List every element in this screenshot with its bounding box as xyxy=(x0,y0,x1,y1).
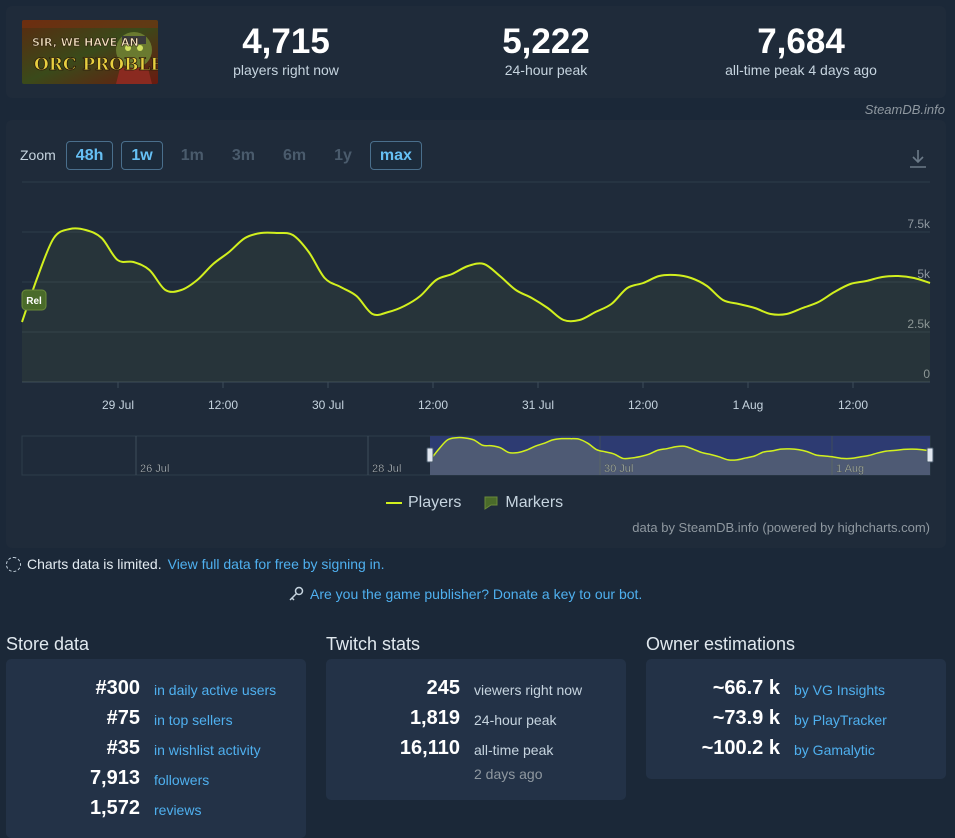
twitch-row: 245 viewers right now xyxy=(326,677,626,707)
zoom-label: Zoom xyxy=(20,147,56,163)
game-thumbnail[interactable]: SIR, WE HAVE AN ORC PROBLEM xyxy=(22,20,158,84)
legend-line-icon xyxy=(386,502,402,504)
navigator-left-handle[interactable] xyxy=(426,447,434,463)
twitch-label: all-time peak xyxy=(474,742,554,758)
chart-panel: 02.5k5k7.5k29 Jul12:0030 Jul12:0031 Jul1… xyxy=(6,120,946,548)
zoom-48h-button[interactable]: 48h xyxy=(65,140,114,170)
release-marker-label: Rel xyxy=(26,296,42,307)
player-chart[interactable]: 02.5k5k7.5k29 Jul12:0030 Jul12:0031 Jul1… xyxy=(6,120,946,548)
x-tick-label: 12:00 xyxy=(208,398,238,412)
store-row: 7,913 followers xyxy=(6,767,306,797)
x-tick-label: 12:00 xyxy=(838,398,868,412)
players-now-label: players right now xyxy=(233,62,339,78)
twitch-stats-box: 245 viewers right now 1,819 24-hour peak… xyxy=(326,659,626,800)
chart-legend: Players Markers xyxy=(386,494,563,512)
store-row: #75 in top sellers xyxy=(6,707,306,737)
players-now-value: 4,715 xyxy=(242,22,330,61)
zoom-1y-button[interactable]: 1y xyxy=(324,141,362,170)
peak24-label: 24-hour peak xyxy=(504,62,588,78)
publisher-notice: Are you the game publisher? Donate a key… xyxy=(288,586,642,602)
store-label-link[interactable]: in daily active users xyxy=(154,682,276,698)
stat-players-now: 4,715 players right now xyxy=(216,22,356,79)
x-tick-label: 12:00 xyxy=(628,398,658,412)
store-value: #75 xyxy=(106,707,140,729)
store-label-link[interactable]: followers xyxy=(154,772,209,788)
store-data-title: Store data xyxy=(6,634,90,654)
navigator-date-label: 26 Jul xyxy=(140,463,169,475)
owner-row: ~100.2 k by Gamalytic xyxy=(646,737,946,767)
download-icon[interactable] xyxy=(908,148,928,170)
stats-header: SIR, WE HAVE AN ORC PROBLEM 4,715 player… xyxy=(6,6,946,98)
owner-value: ~73.9 k xyxy=(712,707,780,729)
game-logo-image: SIR, WE HAVE AN ORC PROBLEM xyxy=(22,20,158,84)
store-label-link[interactable]: in top sellers xyxy=(154,712,233,728)
zoom-3m-button[interactable]: 3m xyxy=(222,141,265,170)
sign-in-link[interactable]: View full data for free by signing in. xyxy=(168,556,385,572)
twitch-alltime-date: 2 days ago xyxy=(474,766,543,782)
navigator-date-label: 28 Jul xyxy=(372,463,401,475)
alltime-value: 7,684 xyxy=(757,22,845,61)
key-icon xyxy=(289,586,304,601)
x-tick-label: 12:00 xyxy=(418,398,448,412)
store-label-link[interactable]: in wishlist activity xyxy=(154,742,261,758)
zoom-bar: Zoom 48h 1w 1m 3m 6m 1y max xyxy=(20,140,422,170)
twitch-value: 16,110 xyxy=(399,737,460,759)
twitch-row: 1,819 24-hour peak xyxy=(326,707,626,737)
steamdb-credit[interactable]: SteamDB.info xyxy=(865,102,945,117)
owner-source-link[interactable]: by Gamalytic xyxy=(794,742,875,758)
legend-players-label: Players xyxy=(408,494,462,511)
zoom-max-button[interactable]: max xyxy=(369,140,422,170)
twitch-extra-row: 2 days ago xyxy=(326,761,626,791)
owner-row: ~73.9 k by PlayTracker xyxy=(646,707,946,737)
twitch-label: 24-hour peak xyxy=(474,712,557,728)
x-tick-label: 29 Jul xyxy=(102,398,134,412)
store-row: #35 in wishlist activity xyxy=(6,737,306,767)
stat-24h-peak: 5,222 24-hour peak xyxy=(476,22,616,79)
owner-estimations-box: ~66.7 k by VG Insights ~73.9 k by PlayTr… xyxy=(646,659,946,779)
legend-markers[interactable]: Markers xyxy=(483,494,563,512)
limit-notice: Charts data is limited. View full data f… xyxy=(6,556,384,572)
x-tick-label: 30 Jul xyxy=(312,398,344,412)
y-tick-label: 7.5k xyxy=(907,217,931,231)
alltime-label: all-time peak 4 days ago xyxy=(725,62,877,78)
navigator-right-handle[interactable] xyxy=(926,447,934,463)
store-label-link[interactable]: reviews xyxy=(154,802,201,818)
zoom-1w-button[interactable]: 1w xyxy=(121,140,163,170)
twitch-stats-title: Twitch stats xyxy=(326,634,421,654)
x-tick-label: 1 Aug xyxy=(733,398,764,412)
legend-players[interactable]: Players xyxy=(386,494,461,512)
store-row: #300 in daily active users xyxy=(6,677,306,707)
twitch-label: viewers right now xyxy=(474,682,583,698)
peak24-value: 5,222 xyxy=(502,22,590,61)
owner-estimations-title: Owner estimations xyxy=(646,634,796,654)
chart-credit[interactable]: data by SteamDB.info (powered by highcha… xyxy=(632,520,930,535)
stat-alltime-peak: 7,684 all-time peak 4 days ago xyxy=(706,22,896,79)
zoom-1m-button[interactable]: 1m xyxy=(171,141,214,170)
owner-source-link[interactable]: by PlayTracker xyxy=(794,712,887,728)
owner-row: ~66.7 k by VG Insights xyxy=(646,677,946,707)
limit-text: Charts data is limited. xyxy=(27,556,162,572)
store-value: 7,913 xyxy=(89,767,140,789)
game-logo-lettering: SIR, WE HAVE AN xyxy=(32,36,139,49)
donate-key-link[interactable]: Are you the game publisher? Donate a key… xyxy=(310,586,642,602)
flag-icon xyxy=(484,496,498,510)
store-value: 1,572 xyxy=(89,797,140,819)
svg-text:ORC PROBLEM: ORC PROBLEM xyxy=(34,55,158,75)
dashed-circle-icon xyxy=(6,556,21,572)
x-tick-label: 31 Jul xyxy=(522,398,554,412)
store-value: #300 xyxy=(95,677,141,699)
store-row: 1,572 reviews xyxy=(6,797,306,827)
owner-value: ~66.7 k xyxy=(712,677,780,699)
series-area xyxy=(22,228,930,382)
store-data-box: #300 in daily active users #75 in top se… xyxy=(6,659,306,838)
twitch-value: 1,819 xyxy=(409,707,460,729)
zoom-6m-button[interactable]: 6m xyxy=(273,141,316,170)
legend-markers-label: Markers xyxy=(505,494,564,511)
twitch-value: 245 xyxy=(426,677,460,699)
store-value: #35 xyxy=(106,737,140,759)
owner-source-link[interactable]: by VG Insights xyxy=(794,682,885,698)
owner-value: ~100.2 k xyxy=(701,737,780,759)
